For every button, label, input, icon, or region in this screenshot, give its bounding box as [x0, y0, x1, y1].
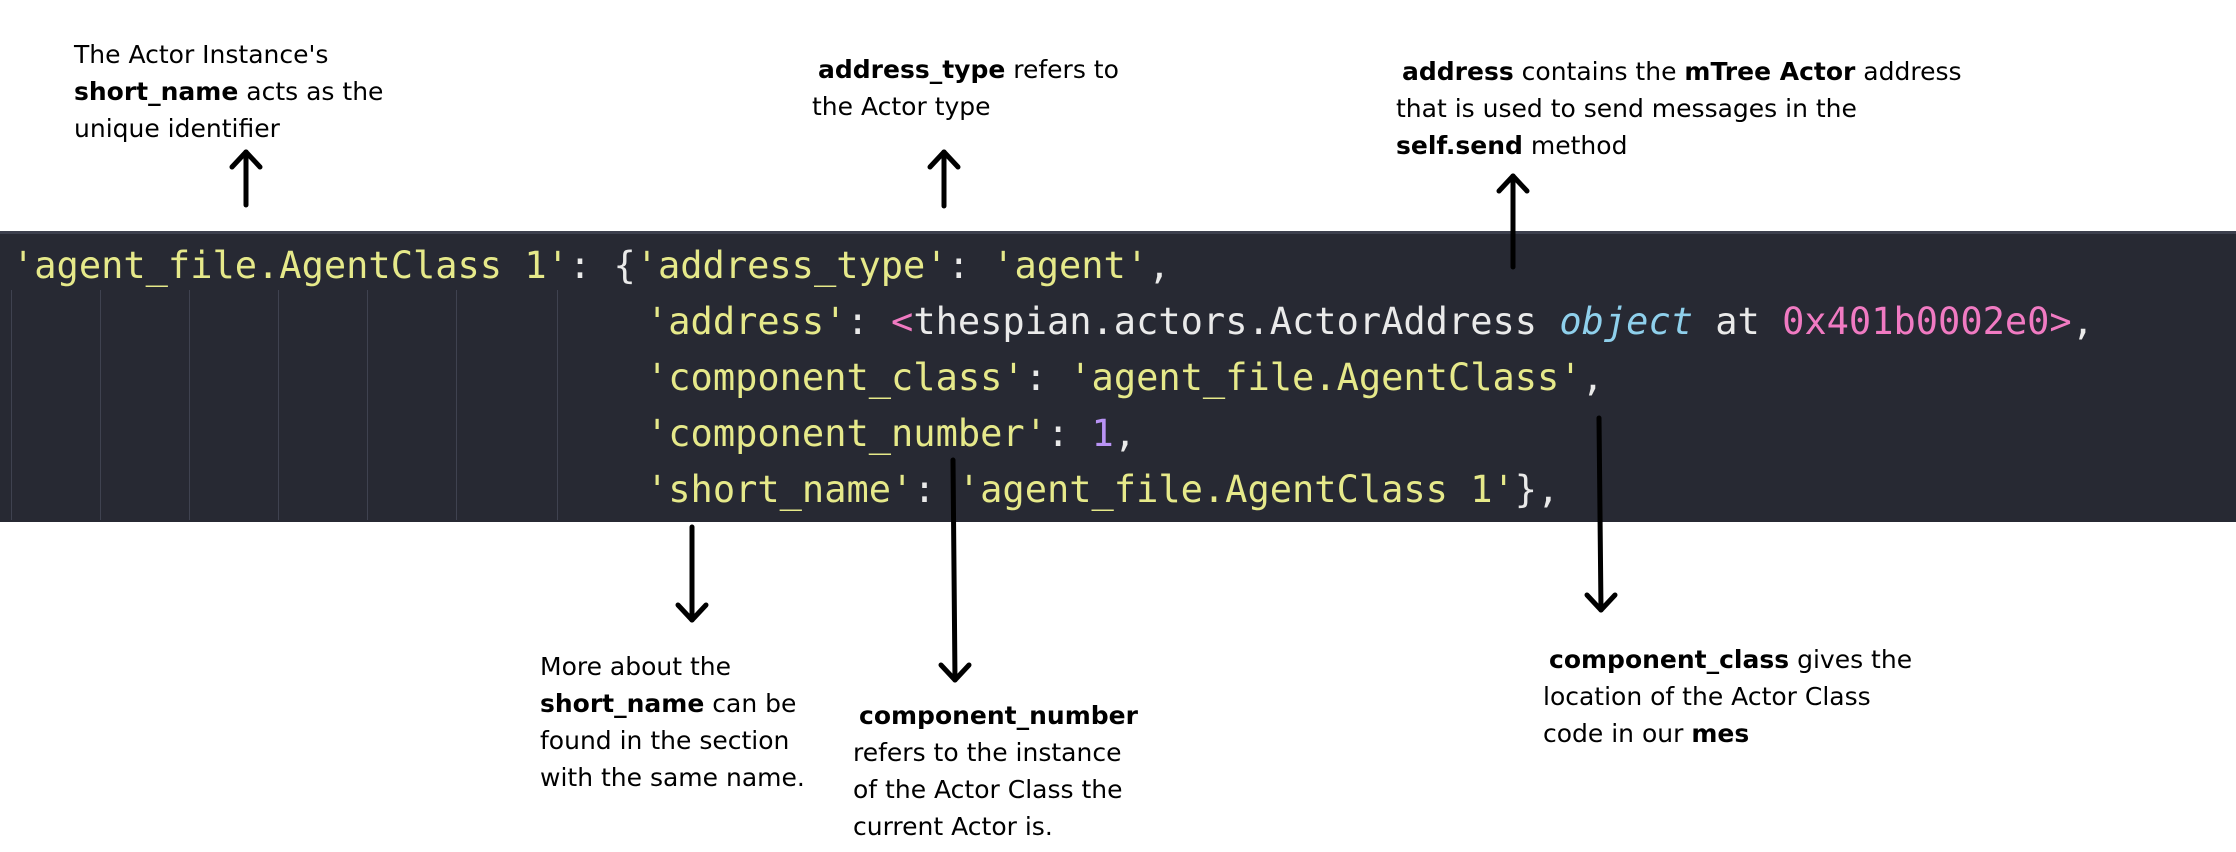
arrow-up-short-name	[229, 149, 263, 208]
arrow-up-address	[1496, 173, 1530, 270]
arrow-down-component-class	[1584, 415, 1618, 613]
arrow-down-component-number	[938, 457, 972, 683]
annotated-code-diagram: The Actor Instance's short_name acts as …	[0, 0, 2236, 852]
arrow-layer	[229, 149, 1618, 683]
arrow-down-short-name	[675, 524, 709, 623]
arrow-up-address-type	[927, 149, 961, 209]
